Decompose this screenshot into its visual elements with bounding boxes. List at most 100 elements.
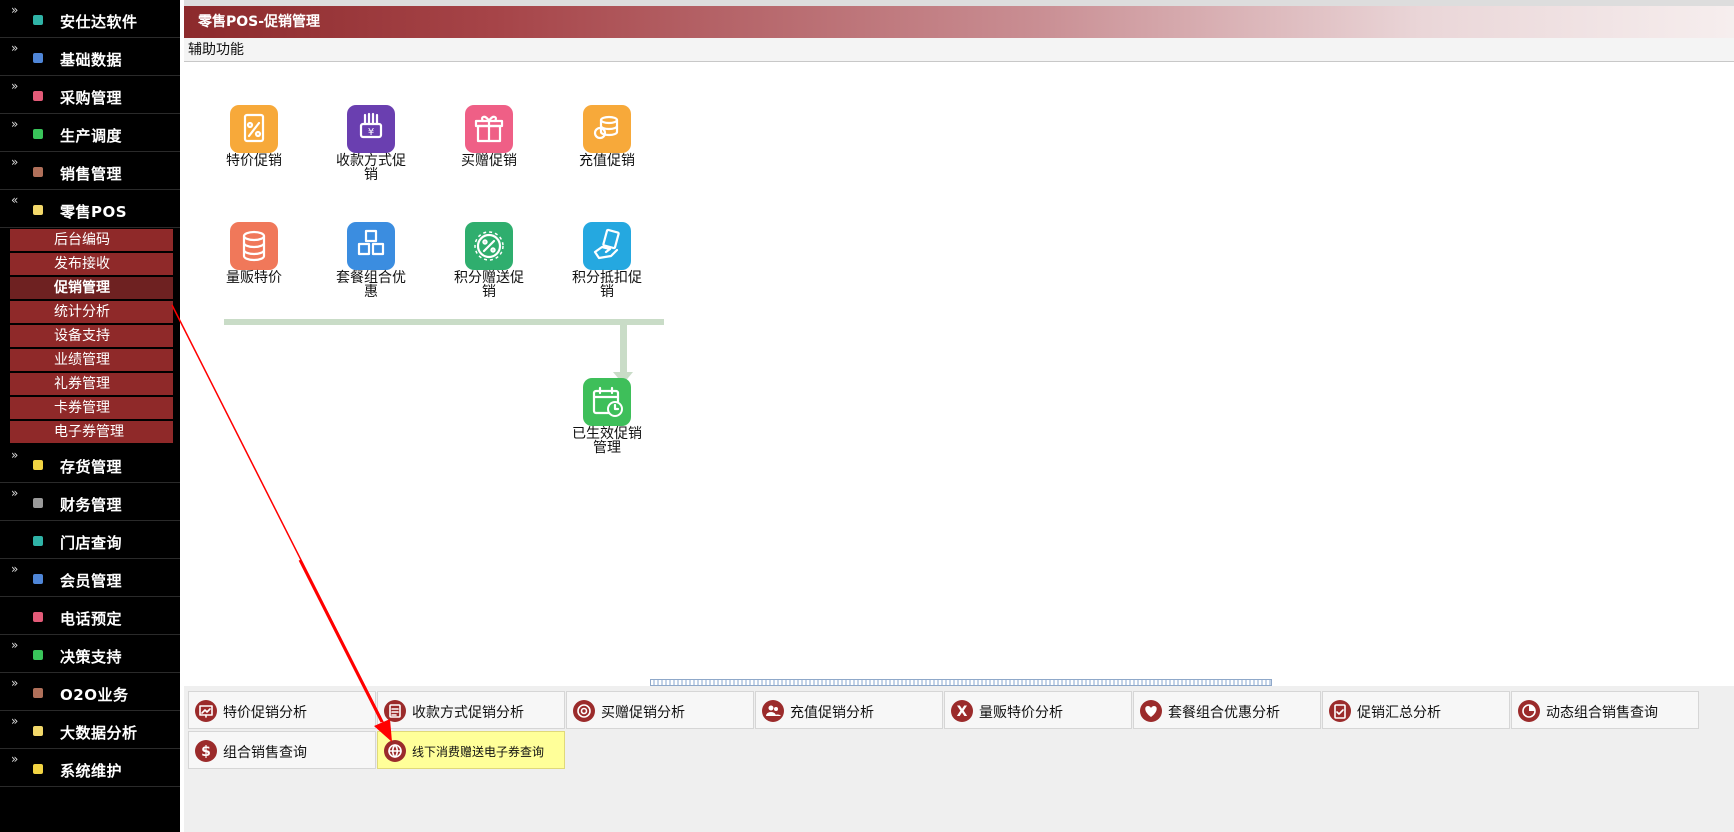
report-button-8[interactable]: $ 组合销售查询 bbox=[188, 731, 376, 769]
flow-item-label: 充值促销 bbox=[579, 153, 635, 169]
chevron-icon: » bbox=[11, 41, 19, 55]
report-button-3[interactable]: 充值促销分析 bbox=[755, 691, 943, 729]
report-label: 买赠促销分析 bbox=[601, 705, 685, 721]
report-button-6[interactable]: 促销汇总分析 bbox=[1322, 691, 1510, 729]
chevron-icon: » bbox=[11, 562, 19, 576]
sidebar-item-items_top-4[interactable]: » 销售管理 bbox=[0, 152, 180, 190]
sidebar: » 安仕达软件» 基础数据» 采购管理» 生产调度» 销售管理 « 零售POS 后… bbox=[0, 0, 180, 832]
basketball-icon bbox=[384, 740, 406, 762]
flow-item-7[interactable]: 积分抵扣促销 bbox=[557, 222, 657, 299]
flow-item-2[interactable]: 买赠促销 bbox=[439, 105, 539, 168]
report-label: 量贩特价分析 bbox=[979, 705, 1063, 721]
sidebar-item-label: 零售POS bbox=[60, 203, 128, 221]
flow-item-label: 量贩特价 bbox=[226, 270, 282, 286]
flow-item-8[interactable]: 已生效促销管理 bbox=[557, 378, 657, 455]
report-label: 促销汇总分析 bbox=[1357, 705, 1441, 721]
report-button-0[interactable]: 特价促销分析 bbox=[188, 691, 376, 729]
sidebar-item-label: 系统维护 bbox=[60, 762, 123, 780]
panel-splitter[interactable] bbox=[650, 679, 1272, 686]
report-button-7[interactable]: 动态组合销售查询 bbox=[1511, 691, 1699, 729]
module-icon bbox=[33, 460, 43, 470]
users-icon bbox=[762, 700, 784, 722]
flow-item-4[interactable]: 量贩特价 bbox=[204, 222, 304, 285]
flow-item-5[interactable]: 套餐组合优惠 bbox=[321, 222, 421, 299]
module-icon bbox=[33, 498, 43, 508]
flow-item-1[interactable]: ¥ 收款方式促销 bbox=[321, 105, 421, 182]
flow-item-3[interactable]: 充值促销 bbox=[557, 105, 657, 168]
chevron-icon: » bbox=[11, 486, 19, 500]
report-button-1[interactable]: 收款方式促销分析 bbox=[377, 691, 565, 729]
sidebar-item-items_bottom-1[interactable]: » 财务管理 bbox=[0, 483, 180, 521]
sidebar-bottom-group: » 存货管理» 财务管理 门店查询» 会员管理 电话预定» 决策支持» O2O业… bbox=[0, 445, 180, 787]
sidebar-top-group: » 安仕达软件» 基础数据» 采购管理» 生产调度» 销售管理 « 零售POS bbox=[0, 0, 180, 228]
report-label: 组合销售查询 bbox=[223, 745, 307, 761]
submenu-item-1[interactable]: 发布接收 bbox=[10, 253, 173, 275]
submenu-item-3[interactable]: 统计分析 bbox=[10, 301, 173, 323]
page-title: 零售POS-促销管理 bbox=[184, 6, 1734, 38]
module-icon bbox=[33, 129, 43, 139]
sidebar-item-label: 大数据分析 bbox=[60, 724, 138, 742]
submenu-item-8[interactable]: 电子券管理 bbox=[10, 421, 173, 443]
sidebar-item-items_bottom-6[interactable]: » O2O业务 bbox=[0, 673, 180, 711]
report-button-4[interactable]: X 量贩特价分析 bbox=[944, 691, 1132, 729]
report-panel: 特价促销分析 收款方式促销分析 买赠促销分析 充值促销分析 X 量贩特价分析 套餐… bbox=[184, 686, 1734, 832]
module-icon bbox=[33, 764, 43, 774]
sidebar-item-label: O2O业务 bbox=[60, 686, 129, 704]
chevron-icon: » bbox=[11, 117, 19, 131]
submenu-item-4[interactable]: 设备支持 bbox=[10, 325, 173, 347]
sidebar-item-items_top-1[interactable]: » 基础数据 bbox=[0, 38, 180, 76]
sidebar-item-items_bottom-2[interactable]: 门店查询 bbox=[0, 521, 180, 559]
sidebar-item-items_bottom-0[interactable]: » 存货管理 bbox=[0, 445, 180, 483]
flow-item-label: 积分抵扣促销 bbox=[572, 270, 642, 300]
submenu-item-7[interactable]: 卡券管理 bbox=[10, 397, 173, 419]
sidebar-item-label: 决策支持 bbox=[60, 648, 123, 666]
sidebar-item-items_bottom-8[interactable]: » 系统维护 bbox=[0, 749, 180, 787]
sidebar-item-items_bottom-3[interactable]: » 会员管理 bbox=[0, 559, 180, 597]
sidebar-item-items_bottom-7[interactable]: » 大数据分析 bbox=[0, 711, 180, 749]
sidebar-item-label: 门店查询 bbox=[60, 534, 123, 552]
report-label: 收款方式促销分析 bbox=[412, 705, 524, 721]
sidebar-item-items_top-5[interactable]: « 零售POS bbox=[0, 190, 180, 228]
module-icon bbox=[33, 612, 43, 622]
module-icon bbox=[33, 688, 43, 698]
sidebar-item-label: 会员管理 bbox=[60, 572, 123, 590]
module-icon bbox=[33, 726, 43, 736]
lifebuoy-icon bbox=[573, 700, 595, 722]
percent-doc-icon bbox=[230, 105, 278, 153]
report-button-5[interactable]: 套餐组合优惠分析 bbox=[1133, 691, 1321, 729]
sidebar-item-items_top-2[interactable]: » 采购管理 bbox=[0, 76, 180, 114]
chevron-icon: » bbox=[11, 155, 19, 169]
menu-item-auxiliary-functions[interactable]: 辅助功能 bbox=[188, 42, 244, 58]
submenu-item-6[interactable]: 礼券管理 bbox=[10, 373, 173, 395]
flow-item-6[interactable]: 积分赠送促销 bbox=[439, 222, 539, 299]
sidebar-item-label: 存货管理 bbox=[60, 458, 123, 476]
module-icon bbox=[33, 574, 43, 584]
chevron-icon: » bbox=[11, 714, 19, 728]
chevron-icon: » bbox=[11, 3, 19, 17]
flow-item-label: 积分赠送促销 bbox=[454, 270, 524, 300]
report-button-9[interactable]: 线下消费赠送电子券查询 bbox=[377, 731, 565, 769]
percent-badge-icon bbox=[465, 222, 513, 270]
chevron-icon: » bbox=[11, 79, 19, 93]
module-icon bbox=[33, 205, 43, 215]
sidebar-item-items_bottom-5[interactable]: » 决策支持 bbox=[0, 635, 180, 673]
flow-item-label: 买赠促销 bbox=[461, 153, 517, 169]
submenu-item-2[interactable]: 促销管理 bbox=[10, 277, 173, 299]
clipboard-check-icon bbox=[1329, 700, 1351, 722]
sidebar-item-label: 财务管理 bbox=[60, 496, 123, 514]
report-label: 动态组合销售查询 bbox=[1546, 705, 1658, 721]
sidebar-item-items_top-3[interactable]: » 生产调度 bbox=[0, 114, 180, 152]
svg-text:¥: ¥ bbox=[368, 127, 374, 138]
report-button-2[interactable]: 买赠促销分析 bbox=[566, 691, 754, 729]
module-icon bbox=[33, 91, 43, 101]
sidebar-item-items_top-0[interactable]: » 安仕达软件 bbox=[0, 0, 180, 38]
chevron-icon: » bbox=[11, 752, 19, 766]
sidebar-item-items_bottom-4[interactable]: 电话预定 bbox=[0, 597, 180, 635]
chart-board-icon bbox=[195, 700, 217, 722]
sidebar-item-label: 销售管理 bbox=[60, 165, 123, 183]
submenu-item-0[interactable]: 后台编码 bbox=[10, 229, 173, 251]
flow-item-0[interactable]: 特价促销 bbox=[204, 105, 304, 168]
module-icon bbox=[33, 536, 43, 546]
sidebar-item-label: 生产调度 bbox=[60, 127, 123, 145]
submenu-item-5[interactable]: 业绩管理 bbox=[10, 349, 173, 371]
